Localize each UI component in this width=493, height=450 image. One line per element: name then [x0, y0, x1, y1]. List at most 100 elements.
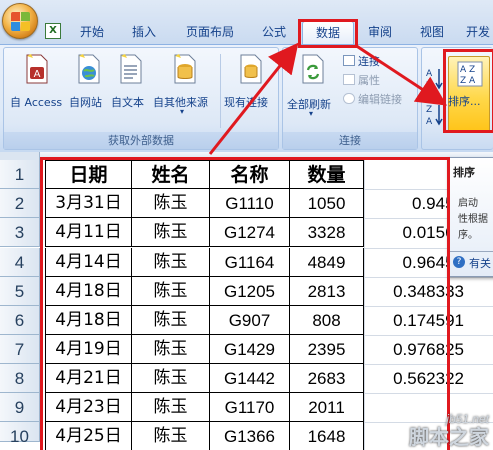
select-all-corner[interactable] [0, 152, 40, 160]
group-sort-filter: A Z Z A A Z Z A 排序... [421, 47, 493, 150]
tab-page-layout[interactable]: 页面布局 [178, 21, 242, 44]
column-header-cell[interactable]: 日期 [45, 160, 132, 189]
table-cell[interactable]: 陈玉 [132, 277, 210, 306]
row-header[interactable]: 4 [0, 248, 40, 277]
random-value-cell[interactable]: 0.562322 [364, 364, 464, 393]
worksheet[interactable]: 1 2 3 4 5 6 7 8 9 10 日期 姓名 名称 数量 3月31日 陈玉 G1110 1050 0.945… [0, 152, 493, 450]
column-header-cell[interactable]: 名称 [210, 160, 290, 189]
from-web-button[interactable]: 自网站 [68, 52, 110, 114]
help-icon: ? [453, 256, 465, 268]
tooltip-help-link[interactable]: 有关 [469, 255, 491, 271]
tooltip-line-2: 性根据 [458, 214, 488, 225]
table-cell[interactable]: 4月19日 [45, 335, 132, 364]
sort-button[interactable]: A Z Z A 排序... [448, 56, 490, 132]
table-cell[interactable]: 4月21日 [45, 364, 132, 393]
table-cell[interactable]: G1442 [210, 364, 290, 393]
properties-label: 属性 [358, 74, 380, 87]
row-header[interactable]: 9 [0, 393, 40, 422]
table-cell[interactable]: 陈玉 [132, 422, 210, 450]
table-cell[interactable]: 3328 [290, 218, 364, 247]
table-cell[interactable]: G1164 [210, 248, 290, 277]
table-cell[interactable]: 1648 [290, 422, 364, 450]
sort-dialog-icon: A Z Z A [457, 61, 483, 87]
edit-links-button[interactable]: 编辑链接 [343, 92, 402, 108]
table-cell[interactable]: 3月31日 [45, 189, 132, 218]
table-cell[interactable]: 2011 [290, 393, 364, 422]
table-cell[interactable]: 4月14日 [45, 248, 132, 277]
table-cell[interactable]: 4849 [290, 248, 364, 277]
globe-icon [78, 54, 100, 84]
svg-text:Z: Z [426, 105, 432, 115]
row-header[interactable]: 7 [0, 335, 40, 364]
tab-developer[interactable]: 开发 [466, 21, 493, 44]
table-cell[interactable]: 2395 [290, 335, 364, 364]
from-access-button[interactable]: A 自 Access [8, 52, 66, 114]
chevron-down-icon: ▾ [180, 107, 185, 116]
sort-ascending-icon[interactable]: A Z [424, 66, 446, 92]
from-text-button[interactable]: 自文本 [110, 52, 152, 114]
from-text-label: 自文本 [111, 96, 144, 109]
table-cell[interactable]: 2813 [290, 277, 364, 306]
table-cell[interactable]: 陈玉 [132, 393, 210, 422]
tab-view[interactable]: 视图 [410, 21, 454, 44]
tab-review[interactable]: 审阅 [360, 21, 400, 44]
existing-connections-label: 现有连接 [224, 96, 268, 109]
tab-data[interactable]: 数据 [302, 21, 354, 44]
table-cell[interactable]: 4月18日 [45, 306, 132, 335]
table-cell[interactable]: 陈玉 [132, 218, 210, 247]
from-other-sources-button[interactable]: 自其他来源 ▾ [152, 52, 218, 116]
row-header[interactable]: 8 [0, 364, 40, 393]
table-cell[interactable]: 2683 [290, 364, 364, 393]
table-cell[interactable]: G1110 [210, 189, 290, 218]
row-header[interactable]: 1 [0, 160, 40, 189]
table-cell[interactable]: 陈玉 [132, 306, 210, 335]
refresh-all-button[interactable]: 全部刷新 ▾ [285, 52, 341, 122]
edit-links-label: 编辑链接 [358, 93, 402, 106]
table-cell[interactable]: G1366 [210, 422, 290, 450]
row-header[interactable]: 2 [0, 189, 40, 218]
tooltip-line-1: 启动 [458, 198, 478, 209]
tab-insert[interactable]: 插入 [122, 21, 166, 44]
row-header[interactable]: 5 [0, 277, 40, 306]
sort-tooltip: 排序 启动 性根据 序。 ? 有关 [447, 157, 493, 277]
existing-connections-button[interactable]: 现有连接 [222, 52, 278, 114]
random-value-cell[interactable]: 0.976825 [364, 335, 464, 364]
group-get-external-data: A 自 Access 自网站 自文本 自其他来源 ▾ 现有连接 获取外部数据 [3, 47, 279, 150]
table-cell[interactable]: G907 [210, 306, 290, 335]
from-access-label: 自 Access [10, 96, 63, 109]
table-cell[interactable]: G1429 [210, 335, 290, 364]
office-logo-icon [11, 12, 31, 32]
table-cell[interactable]: 陈玉 [132, 248, 210, 277]
row-header[interactable]: 10 [0, 422, 40, 446]
office-button[interactable] [2, 3, 38, 39]
excel-quick-access-icon[interactable]: X [45, 23, 61, 39]
table-cell[interactable]: G1205 [210, 277, 290, 306]
table-cell[interactable]: 4月25日 [45, 422, 132, 450]
connections-button[interactable]: 连接 [343, 54, 380, 70]
properties-button[interactable]: 属性 [343, 73, 380, 89]
table-cell[interactable]: 4月11日 [45, 218, 132, 247]
table-cell[interactable]: 4月18日 [45, 277, 132, 306]
table-cell[interactable]: 陈玉 [132, 189, 210, 218]
table-cell[interactable]: 陈玉 [132, 335, 210, 364]
random-value-cell[interactable]: 0.348333 [364, 277, 464, 306]
random-value-cell[interactable]: 0.174591 [364, 306, 464, 335]
group-label-external: 获取外部数据 [4, 132, 278, 149]
watermark-url: jb51.net [446, 412, 489, 426]
group-divider [220, 54, 221, 128]
table-cell[interactable]: G1274 [210, 218, 290, 247]
column-header-cell[interactable]: 姓名 [132, 160, 210, 189]
column-header-cell[interactable]: 数量 [290, 160, 364, 189]
row-header[interactable]: 6 [0, 306, 40, 335]
table-cell[interactable]: 4月23日 [45, 393, 132, 422]
table-cell[interactable]: 陈玉 [132, 364, 210, 393]
table-cell[interactable]: 1050 [290, 189, 364, 218]
table-cell[interactable]: 808 [290, 306, 364, 335]
tab-formulas[interactable]: 公式 [252, 21, 296, 44]
sort-descending-icon[interactable]: Z A [424, 102, 446, 128]
row-header[interactable]: 3 [0, 218, 40, 247]
ribbon-tab-bar: X 开始 插入 页面布局 公式 数据 审阅 视图 开发 [0, 0, 493, 46]
tab-home[interactable]: 开始 [70, 21, 114, 44]
table-cell[interactable]: G1170 [210, 393, 290, 422]
connections-label: 连接 [358, 55, 380, 68]
